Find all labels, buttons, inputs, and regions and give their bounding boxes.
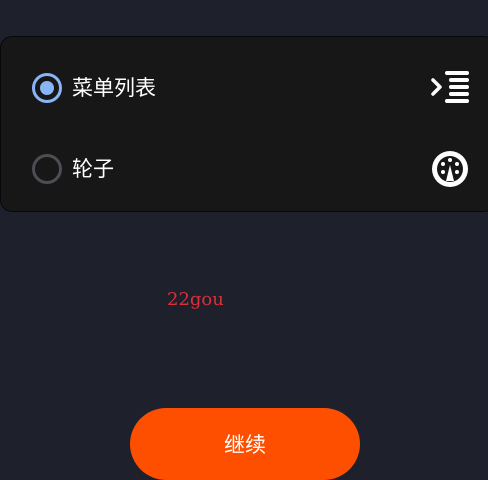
continue-button[interactable]: 继续 [130,408,360,480]
radio-button-selected[interactable] [32,73,62,103]
radio-button-unselected[interactable] [32,154,62,184]
option-menu-list[interactable]: 菜单列表 [1,58,488,118]
promo-text: 22gou [167,289,224,310]
option-label: 轮子 [72,157,114,181]
option-wheel[interactable]: 轮子 [1,139,488,199]
wheel-icon [431,150,471,190]
option-label: 菜单列表 [72,76,156,100]
menu-list-icon [429,69,469,109]
options-panel: 菜单列表 轮子 [0,36,488,212]
